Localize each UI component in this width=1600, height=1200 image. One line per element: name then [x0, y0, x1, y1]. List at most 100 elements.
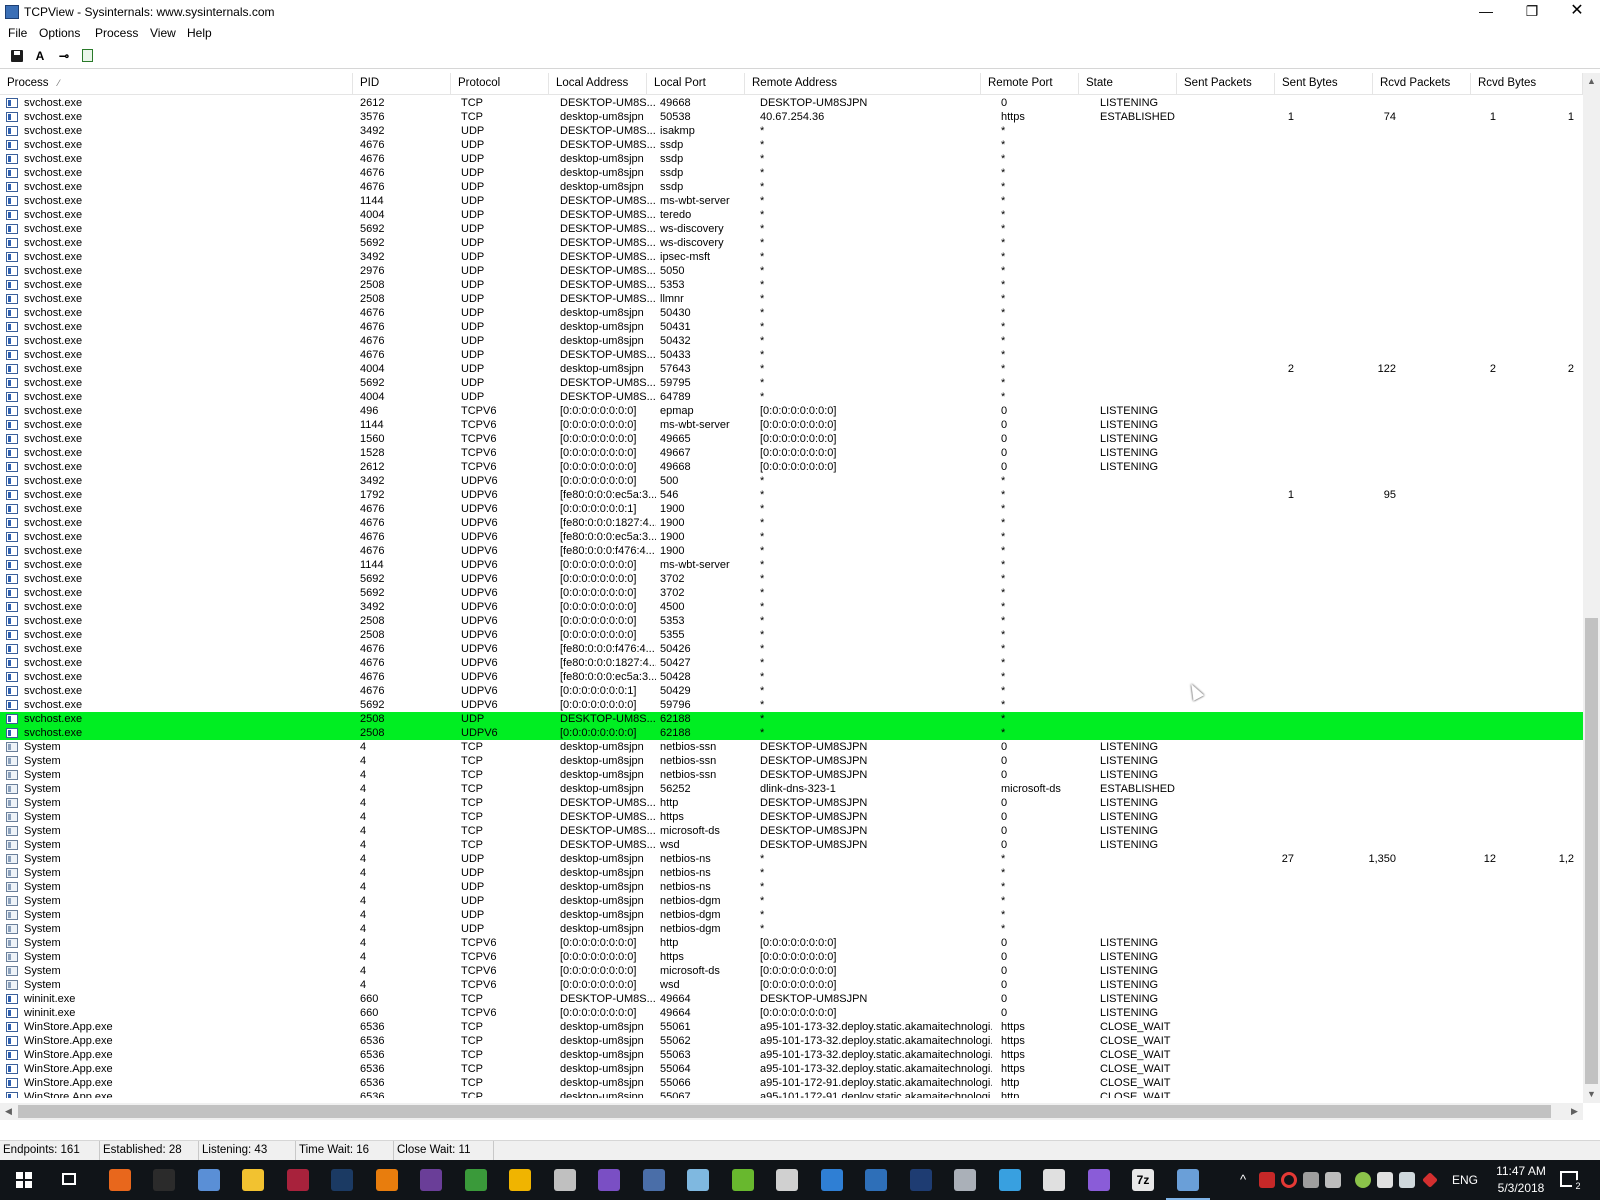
table-row[interactable]: svchost.exe 4676 UDPV6 [fe80:0:0:0:1827:4..…: [0, 516, 1583, 530]
table-row[interactable]: WinStore.App.exe 6536 TCP desktop-um8sjpn 55…: [0, 1020, 1583, 1034]
table-row[interactable]: svchost.exe 1144 TCPV6 [0:0:0:0:0:0:0:0] ms-…: [0, 418, 1583, 432]
table-row[interactable]: svchost.exe 496 TCPV6 [0:0:0:0:0:0:0:0] epma…: [0, 404, 1583, 418]
table-row[interactable]: WinStore.App.exe 6536 TCP desktop-um8sjpn 55…: [0, 1048, 1583, 1062]
column-header-rcvd-bytes[interactable]: Rcvd Bytes: [1471, 73, 1583, 94]
opera-tray-icon[interactable]: [1281, 1172, 1297, 1188]
antivirus-tray-icon[interactable]: [1422, 1172, 1438, 1188]
table-row[interactable]: svchost.exe 4676 UDP DESKTOP-UM8S... 50433 * *: [0, 348, 1583, 362]
table-row[interactable]: svchost.exe 4676 UDPV6 [0:0:0:0:0:0:0:1] 190…: [0, 502, 1583, 516]
column-header-local-port[interactable]: Local Port: [647, 73, 745, 94]
table-row[interactable]: System 4 UDP desktop-um8sjpn netbios-dgm * *: [0, 908, 1583, 922]
table-row[interactable]: System 4 UDP desktop-um8sjpn netbios-ns * *: [0, 866, 1583, 880]
task-view-button[interactable]: [48, 1160, 92, 1200]
maximize-button[interactable]: ❐: [1509, 0, 1555, 24]
column-header-protocol[interactable]: Protocol: [451, 73, 549, 94]
table-row[interactable]: svchost.exe 5692 UDPV6 [0:0:0:0:0:0:0:0] 370…: [0, 586, 1583, 600]
table-row[interactable]: svchost.exe 3492 UDPV6 [0:0:0:0:0:0:0:0] 450…: [0, 600, 1583, 614]
table-row[interactable]: WinStore.App.exe 6536 TCP desktop-um8sjpn 55…: [0, 1034, 1583, 1048]
table-row[interactable]: svchost.exe 1528 TCPV6 [0:0:0:0:0:0:0:0] 496…: [0, 446, 1583, 460]
minimize-button[interactable]: —: [1463, 0, 1509, 24]
table-row[interactable]: svchost.exe 4676 UDP desktop-um8sjpn ssdp * *: [0, 152, 1583, 166]
table-row[interactable]: WinStore.App.exe 6536 TCP desktop-um8sjpn 55…: [0, 1062, 1583, 1076]
clock-date[interactable]: 5/3/2018: [1486, 1181, 1556, 1195]
table-row[interactable]: System 4 UDP desktop-um8sjpn netbios-dgm * *: [0, 922, 1583, 936]
clock-time[interactable]: 11:47 AM: [1486, 1164, 1556, 1178]
table-row[interactable]: svchost.exe 2508 UDP DESKTOP-UM8S... llmnr * *: [0, 292, 1583, 306]
table-row[interactable]: System 4 UDP desktop-um8sjpn netbios-ns * * 27 1…: [0, 852, 1583, 866]
gear-app-icon[interactable]: [1040, 1166, 1068, 1194]
table-row[interactable]: svchost.exe 1560 TCPV6 [0:0:0:0:0:0:0:0] 496…: [0, 432, 1583, 446]
table-row[interactable]: WinStore.App.exe 6536 TCP desktop-um8sjpn 55…: [0, 1090, 1583, 1098]
table-row[interactable]: svchost.exe 4676 UDPV6 [0:0:0:0:0:0:0:1] 504…: [0, 684, 1583, 698]
table-row[interactable]: svchost.exe 4676 UDP DESKTOP-UM8S... ssdp * *: [0, 138, 1583, 152]
table-row[interactable]: System 4 TCPV6 [0:0:0:0:0:0:0:0] https [0:0:0…: [0, 950, 1583, 964]
close-button[interactable]: ✕: [1554, 0, 1600, 24]
notes-app-icon[interactable]: [684, 1166, 712, 1194]
table-row[interactable]: wininit.exe 660 TCP DESKTOP-UM8S... 49664 DES…: [0, 992, 1583, 1006]
sun-app-icon[interactable]: [506, 1166, 534, 1194]
column-header-remote-address[interactable]: Remote Address: [745, 73, 981, 94]
table-row[interactable]: svchost.exe 3492 UDP DESKTOP-UM8S... ipsec-m…: [0, 250, 1583, 264]
table-row[interactable]: System 4 UDP desktop-um8sjpn netbios-dgm * *: [0, 894, 1583, 908]
table-row[interactable]: svchost.exe 5692 UDP DESKTOP-UM8S... ws-disc…: [0, 222, 1583, 236]
file-explorer-icon[interactable]: [239, 1166, 267, 1194]
table-row[interactable]: System 4 TCP desktop-um8sjpn netbios-ssn DESK…: [0, 740, 1583, 754]
floppy-app-icon[interactable]: [284, 1166, 312, 1194]
volume-icon[interactable]: [1399, 1172, 1415, 1188]
table-row[interactable]: svchost.exe 4676 UDPV6 [fe80:0:0:0:ec5a:3..…: [0, 670, 1583, 684]
table-row[interactable]: svchost.exe 1144 UDPV6 [0:0:0:0:0:0:0:0] ms-…: [0, 558, 1583, 572]
resolve-addresses-icon[interactable]: ⊸: [55, 47, 73, 65]
vertical-scrollbar[interactable]: ▲ ▼: [1583, 73, 1600, 1103]
puzzle-app-icon[interactable]: [729, 1166, 757, 1194]
notepad-chart-icon[interactable]: [462, 1166, 490, 1194]
table-row[interactable]: System 4 TCP DESKTOP-UM8S... http DESKTOP-UM8…: [0, 796, 1583, 810]
table-row[interactable]: System 4 TCP DESKTOP-UM8S... microsoft-ds DES…: [0, 824, 1583, 838]
hand-app-icon[interactable]: [951, 1166, 979, 1194]
menu-view[interactable]: View: [150, 26, 176, 40]
photoshop-icon[interactable]: [328, 1166, 356, 1194]
table-row[interactable]: svchost.exe 4676 UDPV6 [fe80:0:0:0:ec5a:3..…: [0, 530, 1583, 544]
table-row[interactable]: svchost.exe 4676 UDP desktop-um8sjpn ssdp * *: [0, 180, 1583, 194]
menu-file[interactable]: File: [8, 26, 27, 40]
table-row[interactable]: svchost.exe 4676 UDP desktop-um8sjpn 50431 * *: [0, 320, 1583, 334]
office-app-icon[interactable]: [862, 1166, 890, 1194]
table-row[interactable]: System 4 TCP desktop-um8sjpn 56252 dlink-dns-…: [0, 782, 1583, 796]
r-studio-icon[interactable]: [907, 1166, 935, 1194]
tray-chevron-icon[interactable]: ^: [1235, 1172, 1251, 1188]
table-row[interactable]: svchost.exe 4676 UDPV6 [fe80:0:0:0:f476:4..…: [0, 642, 1583, 656]
table-row[interactable]: svchost.exe 4676 UDPV6 [fe80:0:0:0:1827:4..…: [0, 656, 1583, 670]
table-row[interactable]: System 4 TCP DESKTOP-UM8S... https DESKTOP-UM…: [0, 810, 1583, 824]
refresh-icon[interactable]: [79, 47, 97, 65]
table-row[interactable]: wininit.exe 660 TCPV6 [0:0:0:0:0:0:0:0] 4966…: [0, 1006, 1583, 1020]
column-header-remote-port[interactable]: Remote Port: [981, 73, 1079, 94]
column-header-state[interactable]: State: [1079, 73, 1177, 94]
table-row[interactable]: System 4 TCPV6 [0:0:0:0:0:0:0:0] microsoft-d…: [0, 964, 1583, 978]
table-row[interactable]: svchost.exe 1144 UDP DESKTOP-UM8S... ms-wbt-…: [0, 194, 1583, 208]
thunderbird-icon[interactable]: [818, 1166, 846, 1194]
table-row[interactable]: svchost.exe 4676 UDPV6 [fe80:0:0:0:f476:4..…: [0, 544, 1583, 558]
table-row[interactable]: System 4 TCPV6 [0:0:0:0:0:0:0:0] wsd [0:0:0:0…: [0, 978, 1583, 992]
filezilla-tray-icon[interactable]: [1259, 1172, 1275, 1188]
horizontal-scroll-thumb[interactable]: [18, 1105, 1551, 1118]
table-row[interactable]: svchost.exe 2976 UDP DESKTOP-UM8S... 5050 * *: [0, 264, 1583, 278]
blender-icon[interactable]: [373, 1166, 401, 1194]
column-header-pid[interactable]: PID: [353, 73, 451, 94]
column-header-process[interactable]: Process: [0, 73, 353, 94]
scroll-up-arrow-icon[interactable]: ▲: [1583, 73, 1600, 90]
table-row[interactable]: svchost.exe 2508 UDP DESKTOP-UM8S... 62188 * *: [0, 712, 1583, 726]
table-row[interactable]: svchost.exe 5692 UDPV6 [0:0:0:0:0:0:0:0] 597…: [0, 698, 1583, 712]
menu-help[interactable]: Help: [187, 26, 212, 40]
network-tray-icon[interactable]: [1303, 1172, 1319, 1188]
table-row[interactable]: svchost.exe 3576 TCP desktop-um8sjpn 50538 40…: [0, 110, 1583, 124]
language-indicator[interactable]: ENG: [1452, 1160, 1478, 1200]
table-row[interactable]: WinStore.App.exe 6536 TCP desktop-um8sjpn 55…: [0, 1076, 1583, 1090]
table-row[interactable]: System 4 TCPV6 [0:0:0:0:0:0:0:0] http [0:0:0:…: [0, 936, 1583, 950]
usb-tray-icon[interactable]: [1377, 1172, 1393, 1188]
table-row[interactable]: System 4 TCP DESKTOP-UM8S... wsd DESKTOP-UM8S…: [0, 838, 1583, 852]
column-header-sent-bytes[interactable]: Sent Bytes: [1275, 73, 1373, 94]
scroll-right-arrow-icon[interactable]: ▶: [1566, 1103, 1583, 1120]
table-row[interactable]: svchost.exe 5692 UDP DESKTOP-UM8S... 59795 * *: [0, 376, 1583, 390]
table-row[interactable]: svchost.exe 2508 UDPV6 [0:0:0:0:0:0:0:0] 535…: [0, 628, 1583, 642]
tools-app-icon[interactable]: [551, 1166, 579, 1194]
scroll-left-arrow-icon[interactable]: ◀: [0, 1103, 17, 1120]
